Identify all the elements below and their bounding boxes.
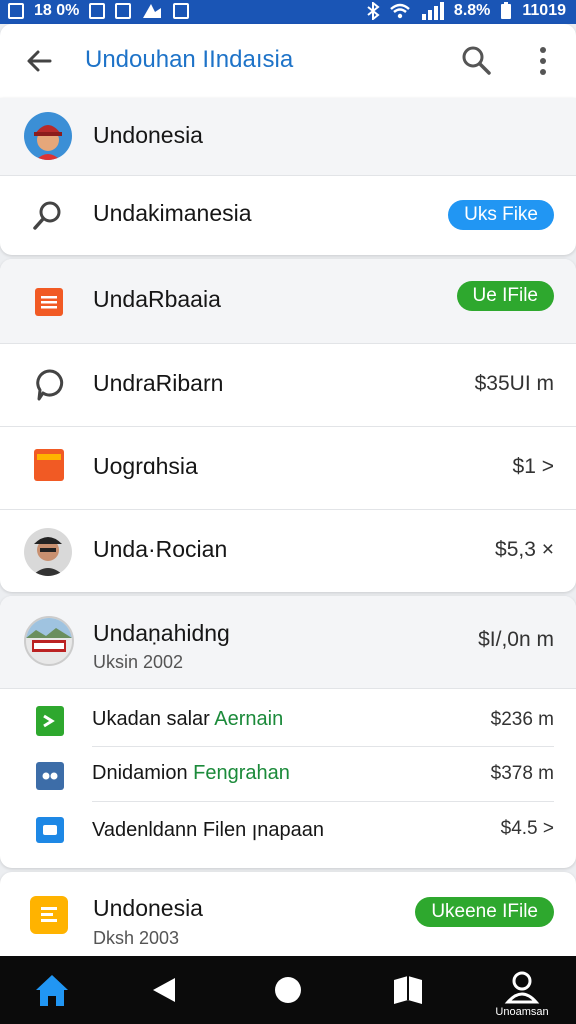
back-arrow-icon[interactable] xyxy=(22,44,56,78)
list-item[interactable]: UndaRbaaia Ue IFile xyxy=(0,259,576,343)
profile-icon[interactable] xyxy=(502,968,542,1008)
list-item[interactable]: UndraRibarn $35UI m xyxy=(0,344,576,426)
list-card: Undaṇahidnɡ Uksin 2002 $I/,0n m Ukadan s… xyxy=(0,596,576,868)
page-title: Undouhan IIndaısia xyxy=(85,46,294,73)
item-value: $35UI m xyxy=(474,372,554,395)
use-file-button[interactable]: Ukeene IFile xyxy=(415,897,554,927)
item-label: Uogrɑhsia xyxy=(93,453,198,479)
recents-icon[interactable] xyxy=(388,970,428,1010)
video-icon xyxy=(36,817,64,843)
thumbnail xyxy=(24,616,74,666)
navigation-bar: Unoamsan xyxy=(0,956,576,1024)
back-triangle-icon[interactable] xyxy=(145,970,185,1010)
item-label: UndraRibarn xyxy=(93,370,224,396)
sub-item-value: $4.5 > xyxy=(500,818,554,839)
document-icon xyxy=(30,896,68,934)
item-label: Undaṇahidnɡ xyxy=(93,620,230,646)
list-card: Undonesia Undakimanesia Uks Fike xyxy=(0,98,576,255)
item-value: $5,3 × xyxy=(495,538,554,561)
list-card: UndaRbaaia Ue IFile UndraRibarn $35UI m … xyxy=(0,259,576,592)
sub-item-value: $236 m xyxy=(490,709,554,730)
list-item[interactable]: Unda·Rocian $5,3 × xyxy=(0,510,576,592)
battery-text: 8.8% xyxy=(453,2,491,19)
use-file-button[interactable]: Uks Fike xyxy=(448,200,554,230)
chat-bubble-icon xyxy=(36,369,64,401)
item-label: Unda·Rocian xyxy=(93,536,228,562)
status-left-text: 18 0% xyxy=(34,2,80,19)
download-notification-icon xyxy=(173,3,190,19)
list-item[interactable]: Uogrɑhsia $1 > xyxy=(0,427,576,509)
item-subtitle: Dksh 2003 xyxy=(93,928,180,948)
home-circle-icon[interactable] xyxy=(268,970,308,1010)
list-item[interactable]: Undaṇahidnɡ Uksin 2002 $I/,0n m xyxy=(0,596,576,688)
divider xyxy=(92,746,554,747)
sub-list-item[interactable]: Dnidamion Fengrahan $378 m xyxy=(0,748,576,802)
folder-icon xyxy=(34,449,64,481)
use-file-button[interactable]: Ue IFile xyxy=(456,281,554,311)
item-label: Undonesia xyxy=(93,895,203,921)
bluetooth-icon xyxy=(367,2,380,20)
nav-profile-label: Unoamsan xyxy=(495,1006,549,1018)
sub-item-value: $378 m xyxy=(490,763,554,784)
divider xyxy=(92,801,554,802)
list-item[interactable]: Undonesia xyxy=(0,98,576,175)
search-icon xyxy=(33,201,61,230)
avatar xyxy=(24,112,72,160)
sub-item-label: Dnidamion Fengrahan xyxy=(92,762,290,784)
spreadsheet-icon xyxy=(36,706,64,736)
more-options-icon[interactable] xyxy=(530,44,556,78)
wifi-icon xyxy=(390,3,410,19)
home-icon[interactable] xyxy=(32,970,72,1010)
avatar xyxy=(24,528,72,576)
item-label: Undonesia xyxy=(93,122,203,148)
list-item[interactable]: Undakimanesia Uks Fike xyxy=(0,176,576,255)
item-label: Undakimanesia xyxy=(93,200,252,226)
sub-item-label: Vadenldann Filen ꞁnapaan xyxy=(92,819,325,841)
item-value: $1 > xyxy=(512,455,554,478)
image-icon xyxy=(36,762,64,790)
sub-list-item[interactable]: Ukadan salar Aernain $236 m xyxy=(0,694,576,746)
item-subtitle: Uksin 2002 xyxy=(93,652,184,672)
clock: 11019 xyxy=(522,2,566,19)
search-icon[interactable] xyxy=(460,44,492,76)
app-bar: Undouhan IIndaısia xyxy=(0,24,576,98)
image-notification-icon xyxy=(89,3,106,19)
signal-icon xyxy=(421,2,444,20)
sub-item-label: Ukadan salar Aernain xyxy=(92,708,284,730)
item-label: UndaRbaaia xyxy=(93,286,221,312)
gallery-notification-icon xyxy=(8,3,24,19)
app-notification-icon xyxy=(143,4,162,18)
document-icon xyxy=(35,288,63,316)
list-item[interactable]: Undonesia Dksh 2003 Ukeene IFile xyxy=(0,872,576,958)
list-card: Undonesia Dksh 2003 Ukeene IFile xyxy=(0,872,576,958)
status-bar: 18 0% 8.8% 11019 xyxy=(0,0,576,24)
item-value: $I/,0n m xyxy=(478,628,554,651)
battery-icon xyxy=(501,2,512,19)
sub-list-item[interactable]: Vadenldann Filen ꞁnapaan $4.5 > xyxy=(0,803,576,859)
checkbox-notification-icon xyxy=(115,3,132,19)
divider xyxy=(0,688,576,689)
